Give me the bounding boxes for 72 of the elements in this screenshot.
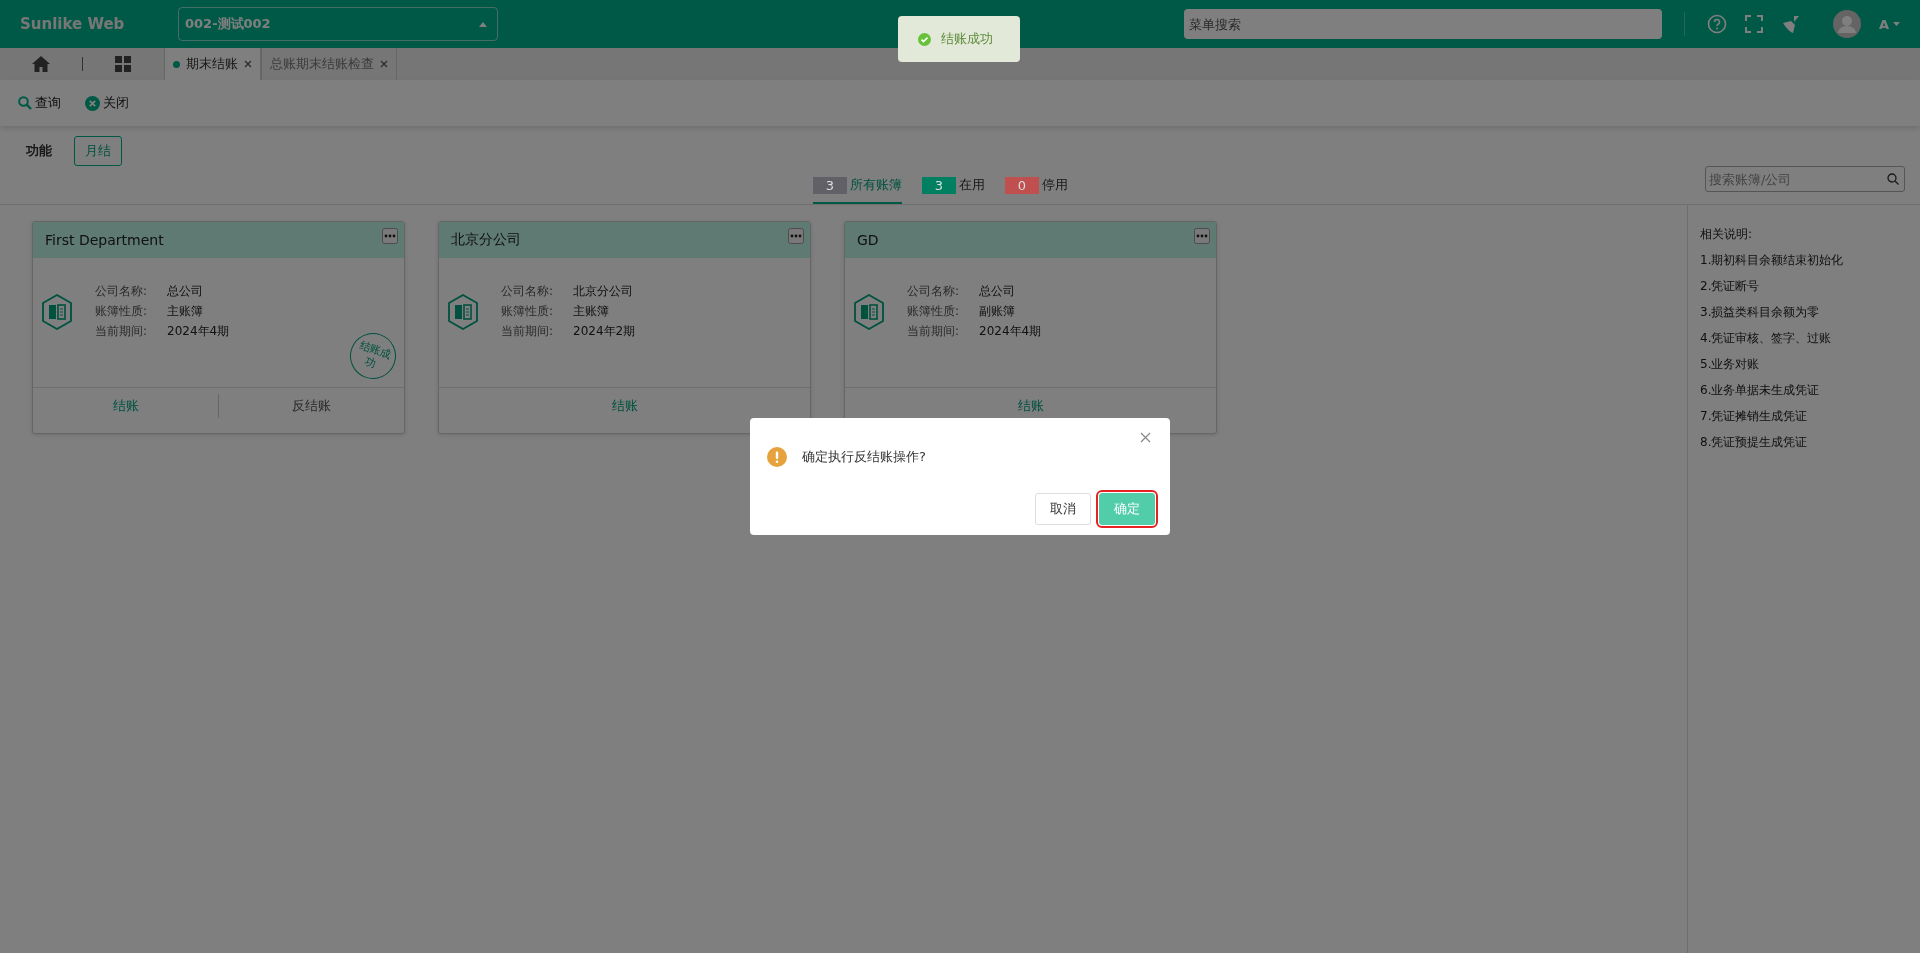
avatar-icon[interactable]	[1832, 10, 1861, 38]
field-value: 北京分公司	[573, 283, 633, 300]
dialog-message: 确定执行反结账操作?	[802, 448, 926, 466]
close-period-button[interactable]: 结账	[439, 393, 810, 418]
card-title: First Department	[45, 232, 164, 248]
close-period-button[interactable]: 结账	[845, 393, 1216, 418]
note-item: 4.凭证审核、签字、过账	[1700, 330, 1833, 347]
search-icon	[18, 96, 32, 110]
field-label: 公司名称:	[501, 283, 555, 300]
close-icon[interactable]	[244, 60, 252, 68]
field-label: 当前期间:	[907, 323, 961, 340]
close-icon	[85, 95, 100, 111]
fullscreen-icon[interactable]	[1744, 15, 1763, 33]
help-icon[interactable]	[1706, 14, 1727, 34]
function-label: 功能	[26, 142, 52, 160]
card-title: GD	[857, 232, 879, 248]
field-label: 公司名称:	[95, 283, 149, 300]
close-period-button[interactable]: 结账	[33, 393, 218, 418]
field-value: 副账簿	[979, 303, 1015, 320]
close-icon[interactable]	[380, 60, 388, 68]
field-value: 2024年4期	[979, 323, 1042, 340]
more-icon[interactable]	[1194, 228, 1210, 244]
note-item: 5.业务对账	[1700, 356, 1761, 373]
cancel-button[interactable]: 取消	[1035, 493, 1091, 525]
note-item: 3.损益类科目余额为零	[1700, 304, 1821, 321]
ledger-book-icon	[447, 293, 479, 330]
toast-message: 结账成功	[941, 30, 993, 48]
card-title: 北京分公司	[451, 231, 521, 249]
filter-tab[interactable]: 0 停用	[1005, 176, 1068, 204]
ledger-book-icon	[853, 293, 885, 330]
filter-tab[interactable]: 3 所有账簿	[813, 176, 902, 204]
search-icon[interactable]	[1887, 173, 1899, 185]
note-item: 7.凭证摊销生成凭证	[1700, 408, 1809, 425]
status-dot	[173, 60, 180, 68]
notes-title: 相关说明:	[1700, 226, 1754, 243]
field-value: 总公司	[167, 283, 203, 300]
grid-icon[interactable]	[115, 56, 131, 72]
field-label: 账簿性质:	[907, 303, 961, 320]
note-item: 1.期初科目余额结束初始化	[1700, 252, 1845, 269]
field-label: 当前期间:	[501, 323, 555, 340]
more-icon[interactable]	[788, 228, 804, 244]
more-icon[interactable]	[382, 228, 398, 244]
field-label: 账簿性质:	[501, 303, 555, 320]
month-close-button[interactable]: 月结	[74, 136, 122, 166]
confirm-button[interactable]: 确定	[1099, 493, 1155, 525]
filter-tab[interactable]: 3 在用	[922, 176, 985, 204]
close-button[interactable]: 关闭	[85, 94, 129, 112]
ledger-book-icon	[41, 293, 73, 330]
menu-search-field[interactable]: 菜单搜索	[1183, 9, 1662, 39]
user-menu[interactable]: A	[1878, 16, 1889, 32]
field-value: 2024年4期	[167, 323, 230, 340]
field-label: 当前期间:	[95, 323, 149, 340]
field-label: 公司名称:	[907, 283, 961, 300]
account-select[interactable]: 002-测试002	[178, 7, 498, 41]
check-icon	[918, 32, 931, 46]
query-button[interactable]: 查询	[18, 94, 61, 112]
field-value: 2024年2期	[573, 323, 636, 340]
caret-icon	[1893, 22, 1900, 26]
field-label: 账簿性质:	[95, 303, 149, 320]
field-value: 总公司	[979, 283, 1015, 300]
close-icon[interactable]	[1140, 432, 1151, 443]
caret-icon	[479, 21, 487, 27]
note-item: 6.业务单据未生成凭证	[1700, 382, 1821, 399]
warning-icon	[767, 447, 787, 467]
home-icon[interactable]	[32, 56, 50, 72]
field-value: 主账簿	[573, 303, 609, 320]
note-item: 2.凭证断号	[1700, 278, 1761, 295]
field-value: 主账簿	[167, 303, 203, 320]
brand-name: Sunlike Web	[20, 15, 126, 33]
reopen-period-button[interactable]: 反结账	[218, 393, 404, 418]
page-tab[interactable]: 期末结账	[164, 48, 261, 80]
note-item: 8.凭证预提生成凭证	[1700, 434, 1809, 451]
